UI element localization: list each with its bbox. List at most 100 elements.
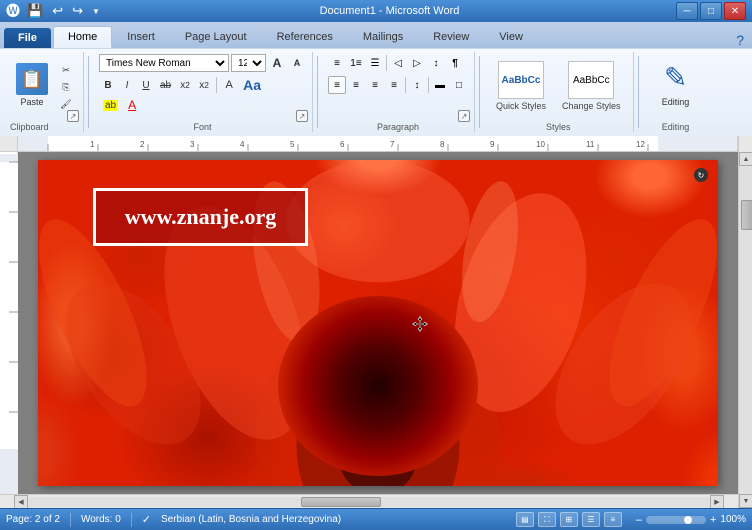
font-color-button[interactable]: A xyxy=(123,96,141,114)
paragraph-dialog-launcher[interactable]: ↗ xyxy=(458,110,470,122)
svg-text:7: 7 xyxy=(390,140,395,149)
web-layout-button[interactable]: ⊞ xyxy=(560,512,578,527)
ruler-area: 1 2 3 4 5 6 7 8 9 10 11 12 xyxy=(0,136,752,152)
italic-button[interactable]: I xyxy=(118,76,136,94)
quick-access-dropdown[interactable]: ▼ xyxy=(89,6,103,17)
status-right: ▤ ⛶ ⊞ ☰ ≡ – + 100% xyxy=(516,512,746,527)
copy-button[interactable]: ⎘ xyxy=(56,79,76,95)
font-name-select[interactable]: Times New Roman xyxy=(99,54,229,72)
align-left-button[interactable]: ≡ xyxy=(328,76,346,94)
align-right-button[interactable]: ≡ xyxy=(366,76,384,94)
paste-button[interactable]: 📋 Paste xyxy=(10,60,54,110)
redo-button[interactable]: ↪ xyxy=(69,2,86,20)
tab-references[interactable]: References xyxy=(262,26,348,48)
para-divider-2 xyxy=(405,77,406,93)
horizontal-scroll-track[interactable] xyxy=(28,497,710,507)
save-button[interactable]: 💾 xyxy=(24,2,46,20)
url-text: www.znanje.org xyxy=(125,204,277,230)
scroll-down-button[interactable]: ▼ xyxy=(739,494,752,508)
tab-review[interactable]: Review xyxy=(418,26,484,48)
scroll-right-button[interactable]: ▶ xyxy=(710,495,724,509)
superscript-button[interactable]: x2 xyxy=(195,76,213,94)
zoom-minus-button[interactable]: – xyxy=(636,514,642,526)
language-text: Serbian (Latin, Bosnia and Herzegovina) xyxy=(161,514,341,525)
clipboard-dialog-launcher[interactable]: ↗ xyxy=(67,110,79,122)
print-layout-button[interactable]: ▤ xyxy=(516,512,534,527)
undo-button[interactable]: ↩ xyxy=(49,2,66,20)
numbering-button[interactable]: 1≡ xyxy=(347,54,365,72)
window-controls: ─ □ ✕ xyxy=(676,2,746,20)
help-icon[interactable]: ? xyxy=(736,32,744,48)
vertical-scrollbar[interactable]: ▲ ▼ xyxy=(738,152,752,508)
paste-label: Paste xyxy=(20,97,43,107)
change-case-button[interactable]: Aa xyxy=(239,76,265,94)
outline-button[interactable]: ☰ xyxy=(582,512,600,527)
ruler-corner[interactable] xyxy=(0,136,18,151)
para-row-2: ≡ ≡ ≡ ≡ ↕ ▬ □ xyxy=(328,76,468,94)
paragraph-group-label: Paragraph xyxy=(377,122,419,132)
horizontal-scroll-thumb[interactable] xyxy=(301,497,381,507)
scroll-up-button[interactable]: ▲ xyxy=(739,152,752,166)
shrink-font-button[interactable]: A xyxy=(288,54,306,72)
align-center-button[interactable]: ≡ xyxy=(347,76,365,94)
word-logo-icon: 🅦 xyxy=(6,1,20,21)
quick-styles-button[interactable]: AaBbCc Quick Styles xyxy=(490,58,552,114)
font-color-icon: A xyxy=(128,98,136,112)
zoom-plus-button[interactable]: + xyxy=(710,514,716,526)
subscript-button[interactable]: x2 xyxy=(176,76,194,94)
font-dialog-launcher[interactable]: ↗ xyxy=(296,110,308,122)
shading-button[interactable]: ▬ xyxy=(431,76,449,94)
tab-file[interactable]: File xyxy=(4,28,51,48)
show-marks-button[interactable]: ¶ xyxy=(446,54,464,72)
vertical-ruler-svg xyxy=(0,154,18,494)
grow-font-button[interactable]: A xyxy=(268,54,286,72)
tab-page-layout[interactable]: Page Layout xyxy=(170,26,262,48)
full-screen-button[interactable]: ⛶ xyxy=(538,512,556,527)
content-with-scrollbar: www.znanje.org ↻ xyxy=(0,152,752,508)
text-box[interactable]: www.znanje.org xyxy=(93,188,308,246)
vertical-scroll-thumb[interactable] xyxy=(741,200,752,230)
strikethrough-button[interactable]: ab xyxy=(156,76,175,94)
editing-icon-img: ✎ xyxy=(657,58,695,96)
font-format-row: B I U ab x2 x2 A Aa xyxy=(99,76,265,94)
change-styles-button[interactable]: AaBbCc Change Styles xyxy=(556,58,627,114)
quick-access-toolbar: 💾 ↩ ↪ ▼ xyxy=(24,2,103,20)
multilevel-button[interactable]: ☰ xyxy=(366,54,384,72)
clear-format-button[interactable]: A xyxy=(220,76,238,94)
tab-home[interactable]: Home xyxy=(53,26,112,48)
indent-button[interactable]: ▷ xyxy=(408,54,426,72)
editing-button[interactable]: ✎ Editing xyxy=(649,54,703,111)
font-size-select[interactable]: 12 xyxy=(231,54,266,72)
horizontal-scrollbar[interactable]: ◀ ▶ xyxy=(0,494,738,508)
document-content-area[interactable]: www.znanje.org ↻ xyxy=(18,152,738,494)
line-spacing-button[interactable]: ↕ xyxy=(408,76,426,94)
rotate-handle[interactable]: ↻ xyxy=(694,168,708,182)
zoom-slider[interactable] xyxy=(646,516,706,524)
font-group: Times New Roman 12 A A B I U ab x2 x2 xyxy=(93,52,313,132)
title-bar-left: 🅦 💾 ↩ ↪ ▼ xyxy=(6,1,103,21)
ruler-svg: 1 2 3 4 5 6 7 8 9 10 11 12 xyxy=(18,136,737,151)
close-button[interactable]: ✕ xyxy=(724,2,746,20)
draft-button[interactable]: ≡ xyxy=(604,512,622,527)
vertical-scroll-track[interactable] xyxy=(739,166,752,494)
sort-button[interactable]: ↕ xyxy=(427,54,445,72)
underline-button[interactable]: U xyxy=(137,76,155,94)
font-group-label: Font xyxy=(193,122,211,132)
cut-button[interactable]: ✂ xyxy=(56,62,76,78)
page-status-text: Page: 2 of 2 xyxy=(6,514,60,525)
tab-insert[interactable]: Insert xyxy=(112,26,170,48)
maximize-button[interactable]: □ xyxy=(700,2,722,20)
tab-view[interactable]: View xyxy=(484,26,538,48)
main-body: www.znanje.org ↻ xyxy=(0,152,752,508)
scroll-left-button[interactable]: ◀ xyxy=(14,495,28,509)
divider-1 xyxy=(88,56,89,128)
justify-button[interactable]: ≡ xyxy=(385,76,403,94)
border-button[interactable]: □ xyxy=(450,76,468,94)
quick-styles-label: Quick Styles xyxy=(496,101,546,111)
minimize-button[interactable]: ─ xyxy=(676,2,698,20)
tab-mailings[interactable]: Mailings xyxy=(348,26,418,48)
outdent-button[interactable]: ◁ xyxy=(389,54,407,72)
highlight-button[interactable]: ab xyxy=(99,96,122,114)
bullets-button[interactable]: ≡ xyxy=(328,54,346,72)
bold-button[interactable]: B xyxy=(99,76,117,94)
